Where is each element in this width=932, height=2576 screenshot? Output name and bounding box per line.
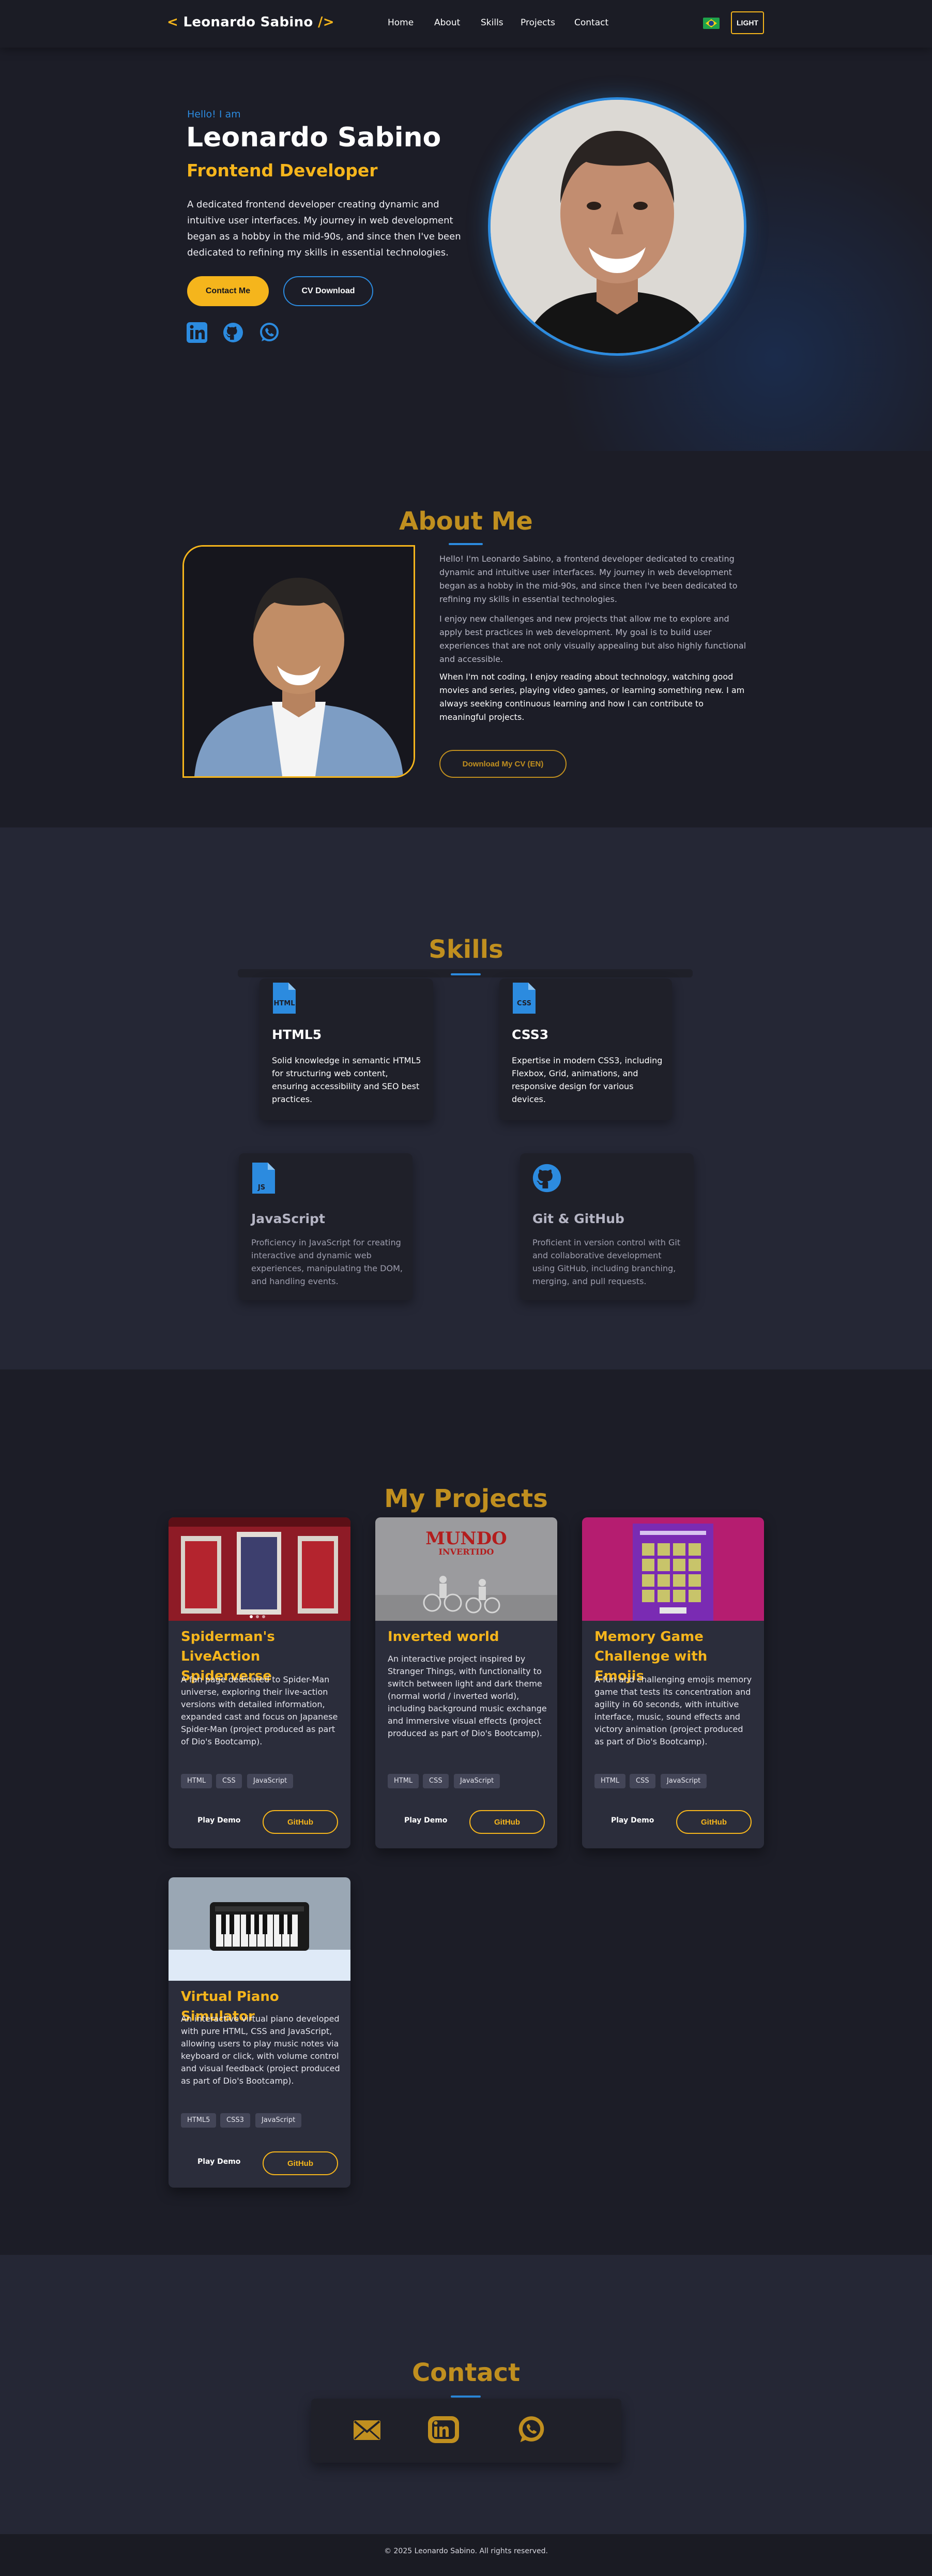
tech-tag: CSS3: [220, 2113, 250, 2128]
project-description: A fan page dedicated to Spider-Man unive…: [181, 1675, 338, 1746]
tech-tag: HTML5: [181, 2113, 217, 2128]
github-icon: [532, 1164, 561, 1193]
linkedin-icon[interactable]: [427, 2415, 460, 2444]
about-paragraph-1: Hello! I'm Leonardo Sabino, a frontend d…: [439, 554, 738, 604]
svg-text:INVERTIDO: INVERTIDO: [439, 1547, 494, 1557]
project-title: Inverted world: [388, 1629, 499, 1645]
hero-name: Leonardo Sabino: [186, 122, 441, 153]
play-demo-link[interactable]: Play Demo: [197, 1816, 240, 1825]
svg-text:MUNDO: MUNDO: [425, 1528, 507, 1549]
js-file-icon: JS: [252, 1163, 275, 1194]
email-icon[interactable]: [353, 2418, 381, 2442]
tech-tag: CSS: [216, 1774, 242, 1788]
nav-about[interactable]: About: [434, 18, 460, 28]
download-cv-button[interactable]: Download My CV (EN): [439, 750, 567, 778]
tech-tag: CSS: [630, 1774, 655, 1788]
github-button[interactable]: GitHub: [263, 2151, 338, 2175]
portfolio-page: < Leonardo Sabino /> Home About Skills P…: [0, 0, 932, 2576]
project-thumbnail: [169, 1517, 350, 1621]
linkedin-icon[interactable]: [186, 322, 208, 343]
hero-avatar: [488, 97, 746, 356]
skill-name: HTML5: [272, 1027, 322, 1042]
contact-me-button[interactable]: Contact Me: [187, 276, 269, 306]
project-thumbnail: MUNDO INVERTIDO: [375, 1517, 557, 1621]
brazil-flag-icon[interactable]: [703, 18, 720, 29]
about-photo: [182, 545, 415, 778]
site-header: < Leonardo Sabino /> Home About Skills P…: [0, 0, 932, 48]
hero-greeting: Hello! I am: [187, 109, 241, 120]
tech-tag: JavaScript: [454, 1774, 500, 1788]
skill-description: Proficient in version control with Git a…: [532, 1238, 681, 1286]
github-icon[interactable]: [222, 322, 244, 343]
contact-section: [0, 2255, 932, 2534]
css-file-icon: CSS: [513, 983, 536, 1014]
tech-tag: JavaScript: [247, 1774, 294, 1788]
tech-tag: CSS: [423, 1774, 449, 1788]
skill-description: Proficiency in JavaScript for creating i…: [251, 1238, 403, 1286]
tech-tag: HTML: [594, 1774, 626, 1788]
project-thumbnail: [582, 1517, 764, 1621]
skill-card-html5[interactable]: HTML HTML5 Solid knowledge in semantic H…: [259, 978, 433, 1120]
skill-description: Solid knowledge in semantic HTML5 for st…: [272, 1056, 421, 1104]
project-thumbnail: [169, 1877, 350, 1981]
skill-card-css3[interactable]: CSS CSS3 Expertise in modern CSS3, inclu…: [499, 978, 672, 1120]
whatsapp-icon[interactable]: [258, 322, 280, 343]
hero-intro: A dedicated frontend developer creating …: [187, 199, 461, 258]
nav-skills[interactable]: Skills: [481, 18, 503, 28]
skill-card-javascript[interactable]: JS JavaScript Proficiency in JavaScript …: [239, 1153, 412, 1300]
hero-portrait-image: [491, 100, 744, 353]
contact-title: Contact: [411, 2358, 521, 2387]
project-card-spiderman[interactable]: Spiderman's LiveAction Spiderverse A fan…: [169, 1517, 350, 1848]
skill-description: Expertise in modern CSS3, including Flex…: [512, 1056, 663, 1104]
tech-tag: JavaScript: [661, 1774, 707, 1788]
project-card-virtual-piano[interactable]: Virtual Piano Simulator An interactive v…: [169, 1877, 350, 2188]
nav-home[interactable]: Home: [388, 18, 414, 28]
play-demo-link[interactable]: Play Demo: [404, 1816, 447, 1825]
nav-contact[interactable]: Contact: [574, 18, 608, 28]
project-description: An interactive virtual piano developed w…: [181, 2014, 340, 2086]
skill-card-git-github[interactable]: Git & GitHub Proficient in version contr…: [520, 1153, 694, 1300]
nav-projects[interactable]: Projects: [521, 18, 555, 28]
logo-bracket-open: <: [167, 14, 179, 30]
github-button[interactable]: GitHub: [469, 1810, 545, 1834]
skills-title: Skills: [429, 935, 503, 964]
skills-section: [0, 827, 932, 1369]
about-title: About Me: [399, 507, 533, 536]
about-title-underline: [449, 543, 483, 545]
contact-icons-box: [311, 2399, 621, 2463]
project-card-memory-game[interactable]: Memory Game Challenge with Emojis A fun …: [582, 1517, 764, 1848]
html-file-icon: HTML: [273, 983, 296, 1014]
contact-title-underline: [451, 2396, 481, 2398]
hero-role: Frontend Developer: [187, 160, 378, 180]
about-paragraph-3: When I'm not coding, I enjoy reading abo…: [439, 672, 745, 722]
logo-name: Leonardo Sabino: [183, 14, 313, 30]
skill-name: Git & GitHub: [532, 1211, 624, 1226]
project-card-inverted-world[interactable]: MUNDO INVERTIDO Inverted world An intera…: [375, 1517, 557, 1848]
svg-text:JS: JS: [257, 1184, 265, 1192]
skill-name: CSS3: [512, 1027, 549, 1042]
logo-bracket-close: />: [317, 14, 334, 30]
project-description: An interactive project inspired by Stran…: [388, 1654, 547, 1738]
github-button[interactable]: GitHub: [263, 1810, 338, 1834]
svg-text:HTML: HTML: [274, 1000, 295, 1007]
skills-title-underline: [451, 973, 481, 975]
tech-tag: JavaScript: [255, 2113, 302, 2128]
site-logo[interactable]: < Leonardo Sabino />: [167, 14, 334, 30]
about-portrait-image: [184, 547, 414, 776]
theme-toggle-button[interactable]: LIGHT: [731, 11, 764, 34]
projects-title: My Projects: [384, 1484, 548, 1513]
project-description: A fun and challenging emojis memory game…: [594, 1675, 752, 1746]
footer-copyright: © 2025 Leonardo Sabino. All rights reser…: [384, 2547, 548, 2555]
tech-tag: HTML: [181, 1774, 212, 1788]
play-demo-link[interactable]: Play Demo: [611, 1816, 654, 1825]
play-demo-link[interactable]: Play Demo: [197, 2158, 240, 2166]
cv-download-button[interactable]: CV Download: [283, 276, 373, 306]
github-button[interactable]: GitHub: [676, 1810, 752, 1834]
whatsapp-icon[interactable]: [516, 2414, 547, 2445]
skill-name: JavaScript: [251, 1211, 325, 1226]
svg-text:CSS: CSS: [517, 1000, 531, 1007]
tech-tag: HTML: [388, 1774, 419, 1788]
about-paragraph-2: I enjoy new challenges and new projects …: [439, 614, 746, 662]
